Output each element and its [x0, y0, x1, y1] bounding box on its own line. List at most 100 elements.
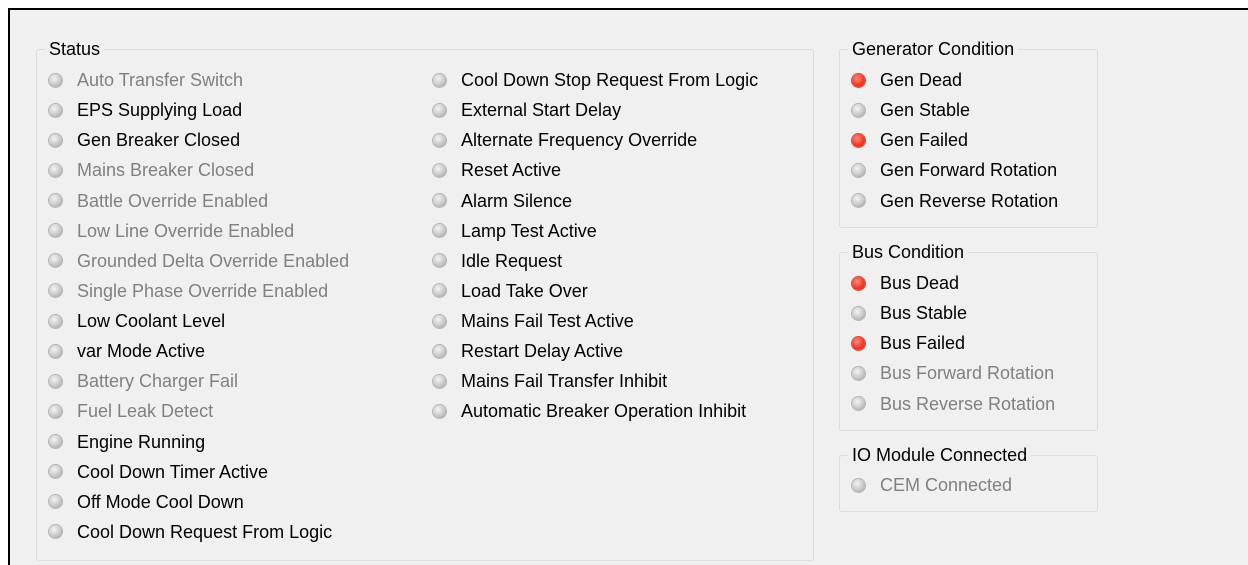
indicator-label: Cool Down Timer Active	[77, 461, 269, 482]
indicator-label: Alternate Frequency Override	[461, 130, 698, 151]
io-module-group: IO Module Connected CEM Connected	[839, 445, 1098, 512]
led-on-icon	[852, 73, 865, 87]
led-off-icon	[852, 306, 865, 320]
indicator-label: External Start Delay	[461, 100, 622, 121]
led-off-icon	[49, 495, 62, 509]
led-off-icon	[49, 133, 62, 147]
led-off-icon	[852, 366, 865, 380]
indicator-gen-reverse-rotation: Gen Reverse Rotation	[852, 186, 1058, 216]
led-off-icon	[433, 163, 446, 177]
indicator-label: Gen Forward Rotation	[880, 160, 1058, 181]
led-on-icon	[852, 336, 865, 350]
indicator-label: Bus Stable	[880, 303, 968, 324]
led-off-icon	[49, 374, 62, 388]
indicator-gen-breaker-closed: Gen Breaker Closed	[49, 125, 240, 155]
indicator-bus-reverse-rotation: Bus Reverse Rotation	[852, 389, 1055, 419]
led-off-icon	[49, 525, 62, 539]
indicator-mains-breaker-closed: Mains Breaker Closed	[49, 155, 254, 185]
indicator-label: Gen Breaker Closed	[77, 130, 241, 151]
indicator-gen-stable: Gen Stable	[852, 95, 970, 125]
indicator-label: Bus Dead	[880, 273, 960, 293]
led-off-icon	[49, 284, 62, 298]
indicator-label: Single Phase Override Enabled	[77, 280, 329, 301]
status-panel-window: Status Auto Transfer Switch EPS Supplying…	[8, 8, 1248, 565]
indicator-gen-forward-rotation: Gen Forward Rotation	[852, 155, 1057, 185]
indicator-cem-connected: CEM Connected	[852, 470, 1012, 500]
indicator-engine-running: Engine Running	[49, 427, 205, 457]
indicator-grounded-delta-override-enabled: Grounded Delta Override Enabled	[49, 246, 349, 276]
indicator-gen-failed: Gen Failed	[852, 125, 968, 155]
indicator-label: Mains Fail Test Active	[461, 311, 634, 332]
indicator-lamp-test-active: Lamp Test Active	[433, 216, 597, 246]
led-off-icon	[49, 103, 62, 117]
indicator-off-mode-cool-down: Off Mode Cool Down	[49, 487, 244, 517]
io-module-title: IO Module Connected	[848, 445, 1032, 465]
indicator-var-mode-active: var Mode Active	[49, 336, 205, 366]
led-off-icon	[49, 435, 62, 449]
indicator-low-line-override-enabled: Low Line Override Enabled	[49, 216, 294, 246]
indicator-idle-request: Idle Request	[433, 246, 562, 276]
indicator-label: Low Line Override Enabled	[77, 220, 295, 241]
led-off-icon	[852, 478, 865, 492]
indicator-label: Gen Reverse Rotation	[880, 190, 1059, 211]
indicator-cool-down-stop-request-from-logic: Cool Down Stop Request From Logic	[433, 65, 758, 95]
indicator-automatic-breaker-operation-inhibit: Automatic Breaker Operation Inhibit	[433, 396, 746, 426]
led-off-icon	[852, 103, 865, 117]
led-off-icon	[49, 194, 62, 208]
led-off-icon	[433, 284, 446, 298]
indicator-label: Cool Down Stop Request From Logic	[461, 70, 759, 90]
led-off-icon	[433, 344, 446, 358]
indicator-fuel-leak-detect: Fuel Leak Detect	[49, 396, 213, 426]
indicator-load-take-over: Load Take Over	[433, 276, 588, 306]
led-off-icon	[433, 103, 446, 117]
indicator-label: Engine Running	[77, 431, 206, 452]
led-off-icon	[49, 73, 62, 87]
led-off-icon	[433, 194, 446, 208]
indicator-label: Mains Fail Transfer Inhibit	[461, 371, 668, 392]
generator-condition-title: Generator Condition	[848, 39, 1019, 59]
indicator-label: Bus Failed	[880, 333, 966, 354]
led-off-icon	[433, 224, 446, 238]
led-off-icon	[433, 404, 446, 418]
indicator-label: Bus Forward Rotation	[880, 363, 1055, 384]
led-off-icon	[433, 374, 446, 388]
indicator-cool-down-request-from-logic: Cool Down Request From Logic	[49, 517, 332, 547]
indicator-gen-dead: Gen Dead	[852, 65, 962, 95]
indicator-label: Battery Charger Fail	[77, 371, 239, 392]
indicator-label: Gen Failed	[880, 130, 969, 151]
led-on-icon	[852, 133, 865, 147]
indicator-label: Reset Active	[461, 160, 562, 181]
led-off-icon	[49, 314, 62, 328]
indicator-label: Auto Transfer Switch	[77, 70, 244, 90]
indicator-external-start-delay: External Start Delay	[433, 95, 621, 125]
led-off-icon	[49, 163, 62, 177]
status-group: Status Auto Transfer Switch EPS Supplying…	[36, 39, 814, 561]
indicator-label: CEM Connected	[880, 475, 1013, 495]
led-off-icon	[49, 344, 62, 358]
indicator-label: Off Mode Cool Down	[77, 491, 244, 512]
indicator-label: var Mode Active	[77, 341, 206, 362]
indicator-mains-fail-test-active: Mains Fail Test Active	[433, 306, 634, 336]
indicator-eps-supplying-load: EPS Supplying Load	[49, 95, 242, 125]
led-off-icon	[49, 404, 62, 418]
led-off-icon	[433, 73, 446, 87]
indicator-bus-dead: Bus Dead	[852, 268, 959, 298]
led-on-icon	[852, 276, 865, 290]
indicator-label: Gen Dead	[880, 70, 963, 90]
indicator-label: Fuel Leak Detect	[77, 401, 214, 422]
led-off-icon	[49, 254, 62, 268]
led-off-icon	[433, 133, 446, 147]
indicator-label: Battle Override Enabled	[77, 190, 269, 211]
indicator-label: Lamp Test Active	[461, 220, 597, 241]
led-off-icon	[49, 224, 62, 238]
indicator-label: Cool Down Request From Logic	[77, 521, 333, 542]
indicator-cool-down-timer-active: Cool Down Timer Active	[49, 457, 268, 487]
led-off-icon	[433, 314, 446, 328]
indicator-auto-transfer-switch: Auto Transfer Switch	[49, 65, 243, 95]
generator-condition-group: Generator Condition Gen Dead Gen Stable Ge…	[839, 39, 1098, 228]
led-off-icon	[49, 465, 62, 479]
indicator-battery-charger-fail: Battery Charger Fail	[49, 366, 238, 396]
led-off-icon	[852, 163, 865, 177]
indicator-label: Restart Delay Active	[461, 341, 624, 362]
indicator-label: Low Coolant Level	[77, 311, 226, 332]
